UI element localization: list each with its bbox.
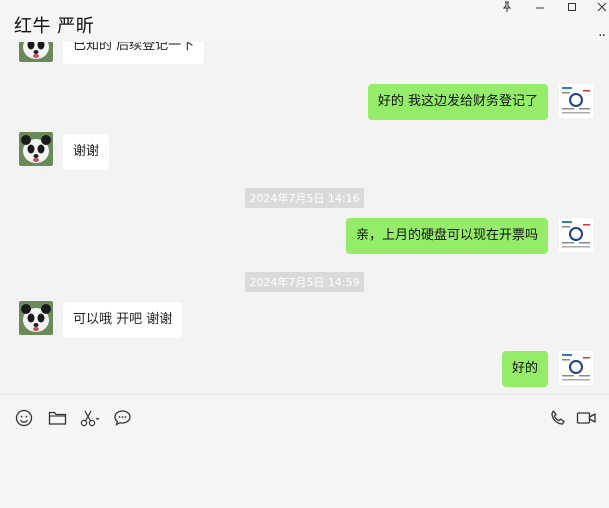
folder-icon[interactable] <box>46 407 68 429</box>
incoming-message[interactable]: 谢谢 <box>63 134 110 170</box>
input-toolbar <box>0 394 609 508</box>
contact-avatar[interactable] <box>19 132 53 166</box>
scissors-icon[interactable] <box>79 407 101 429</box>
self-avatar[interactable] <box>559 351 593 385</box>
self-avatar[interactable] <box>559 84 593 118</box>
timestamp: 2024年7月5日 14:16 <box>0 187 609 208</box>
pin-icon[interactable] <box>496 0 518 14</box>
phone-icon[interactable] <box>547 407 569 429</box>
timestamp: 2024年7月5日 14:59 <box>0 271 609 292</box>
incoming-message[interactable]: 已知的 后续登记一下 <box>63 42 205 64</box>
outgoing-message[interactable]: 亲，上月的硬盘可以现在开票吗 <box>345 218 548 254</box>
maximize-icon[interactable] <box>561 0 583 14</box>
chat-title: 红牛 严昕 <box>14 16 95 37</box>
outgoing-message[interactable]: 好的 我这边发给财务登记了 <box>367 84 548 120</box>
close-icon[interactable] <box>591 0 609 14</box>
timestamp-label: 2024年7月5日 14:59 <box>245 272 364 292</box>
message-input[interactable] <box>10 437 599 501</box>
contact-avatar[interactable] <box>19 42 53 62</box>
emoji-icon[interactable] <box>13 407 35 429</box>
contact-avatar[interactable] <box>19 301 53 335</box>
minimize-icon[interactable] <box>529 0 551 14</box>
message-list[interactable]: 已知的 后续登记一下 好的 我这边发给财务登记了 谢谢 2024年7月5日 14… <box>0 42 609 394</box>
chat-bubble-icon[interactable] <box>111 407 133 429</box>
self-avatar[interactable] <box>559 218 593 252</box>
timestamp-label: 2024年7月5日 14:16 <box>245 188 364 208</box>
incoming-message[interactable]: 可以哦 开吧 谢谢 <box>63 302 183 338</box>
outgoing-message[interactable]: 好的 <box>501 351 548 387</box>
video-icon[interactable] <box>575 407 597 429</box>
